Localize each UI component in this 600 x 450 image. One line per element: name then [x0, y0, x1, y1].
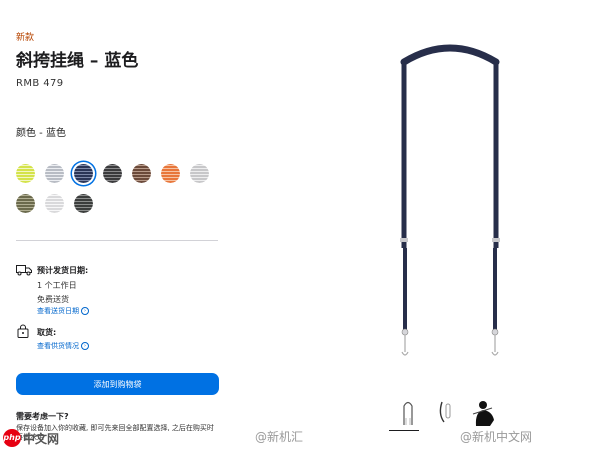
swatch-dark-gray[interactable] [74, 194, 93, 213]
shipping-days: 1 个工作日 [37, 281, 77, 290]
swatch-fill [74, 164, 93, 183]
swatch-fill [103, 164, 122, 183]
swatch-lime[interactable] [16, 164, 35, 183]
new-badge: 新款 [16, 33, 35, 43]
truck-icon [16, 265, 32, 276]
chevron-right-icon: › [81, 342, 89, 350]
watermark-right: @新机中文网 [460, 430, 533, 444]
shipping-dates-link[interactable]: 查看送货日期 › [37, 306, 89, 316]
swatch-fill [45, 164, 64, 183]
swatch-fill [45, 194, 64, 213]
swatch-fill [74, 194, 93, 213]
swatch-blue[interactable] [74, 164, 93, 183]
model-thumb[interactable] [470, 398, 498, 428]
swatch-fill [161, 164, 180, 183]
swatch-light-gray[interactable] [45, 164, 64, 183]
clip-thumb[interactable] [432, 398, 460, 428]
swatch-olive[interactable] [16, 194, 35, 213]
divider [16, 240, 218, 241]
shipping-free: 免费送货 [37, 295, 69, 304]
strap-product-image [400, 44, 500, 356]
swatch-orange[interactable] [161, 164, 180, 183]
add-to-bag-button[interactable]: 添加到购物袋 [16, 373, 219, 395]
watermark-logo: php 中文网 [3, 427, 83, 449]
php-logo: php [3, 429, 21, 447]
color-label: 颜色 - 蓝色 [16, 128, 66, 139]
strap-thumb[interactable] [394, 398, 422, 428]
swatch-fill [16, 194, 35, 213]
swatch-silver[interactable] [190, 164, 209, 183]
swatch-fill [16, 164, 35, 183]
store-bag-icon [17, 324, 29, 338]
page-title: 斜挎挂绳 – 蓝色 [16, 51, 139, 71]
swatch-white[interactable] [45, 194, 64, 213]
watermark-mid: @新机汇 [255, 430, 304, 444]
thumbnail-active-indicator [389, 430, 419, 431]
pickup-availability-link[interactable]: 查看供货情况 › [37, 341, 89, 351]
price: RMB 479 [16, 78, 64, 89]
product-panel: 新款 斜挎挂绳 – 蓝色 RMB 479 颜色 - 蓝色 预计发货日期: 1 个… [0, 0, 236, 450]
pickup-link-label: 查看供货情况 [37, 342, 79, 350]
swatch-brown[interactable] [132, 164, 151, 183]
shipping-link-label: 查看送货日期 [37, 307, 79, 315]
watermark-left-text: 中文网 [23, 432, 60, 446]
pickup-title: 取货: [37, 328, 57, 337]
swatch-charcoal[interactable] [103, 164, 122, 183]
chevron-right-icon: › [81, 307, 89, 315]
shipping-title: 预计发货日期: [37, 266, 89, 275]
swatch-fill [132, 164, 151, 183]
consider-title: 需要考虑一下? [16, 412, 69, 421]
swatch-fill [190, 164, 209, 183]
